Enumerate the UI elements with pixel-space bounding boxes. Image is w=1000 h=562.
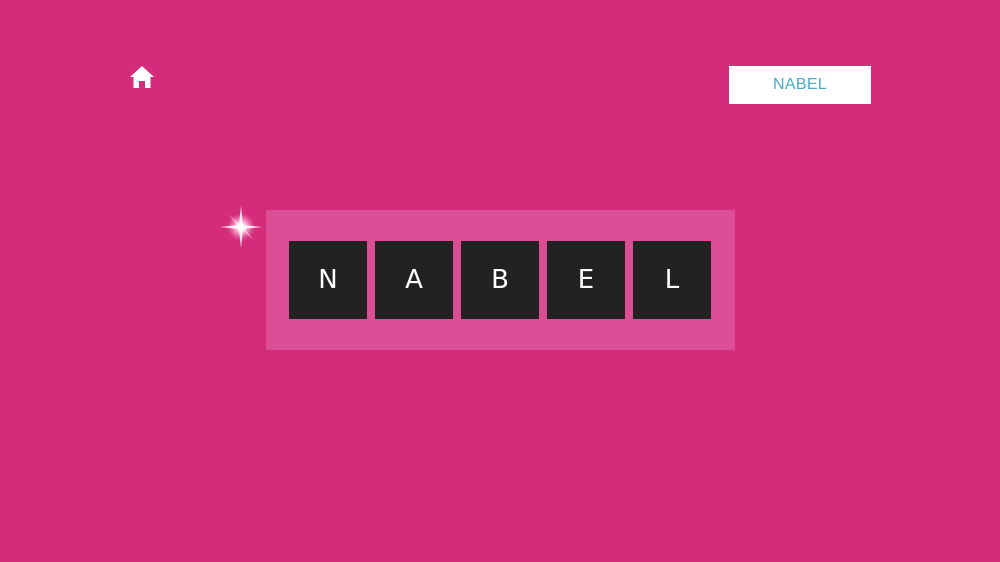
target-word-badge: NABEL <box>729 66 871 104</box>
letter-tile-5[interactable]: L <box>633 241 711 319</box>
letter-tiles: N A B E L <box>289 241 711 319</box>
target-word-label: NABEL <box>773 76 827 93</box>
home-icon <box>130 66 154 88</box>
letter-tile-2[interactable]: A <box>375 241 453 319</box>
letter-tile-3[interactable]: B <box>461 241 539 319</box>
letter-tile-1[interactable]: N <box>289 241 367 319</box>
game-screen: NABEL N A B E L <box>0 0 1000 562</box>
sparkle-icon <box>220 206 262 248</box>
home-button[interactable] <box>128 64 156 90</box>
letter-tile-4[interactable]: E <box>547 241 625 319</box>
